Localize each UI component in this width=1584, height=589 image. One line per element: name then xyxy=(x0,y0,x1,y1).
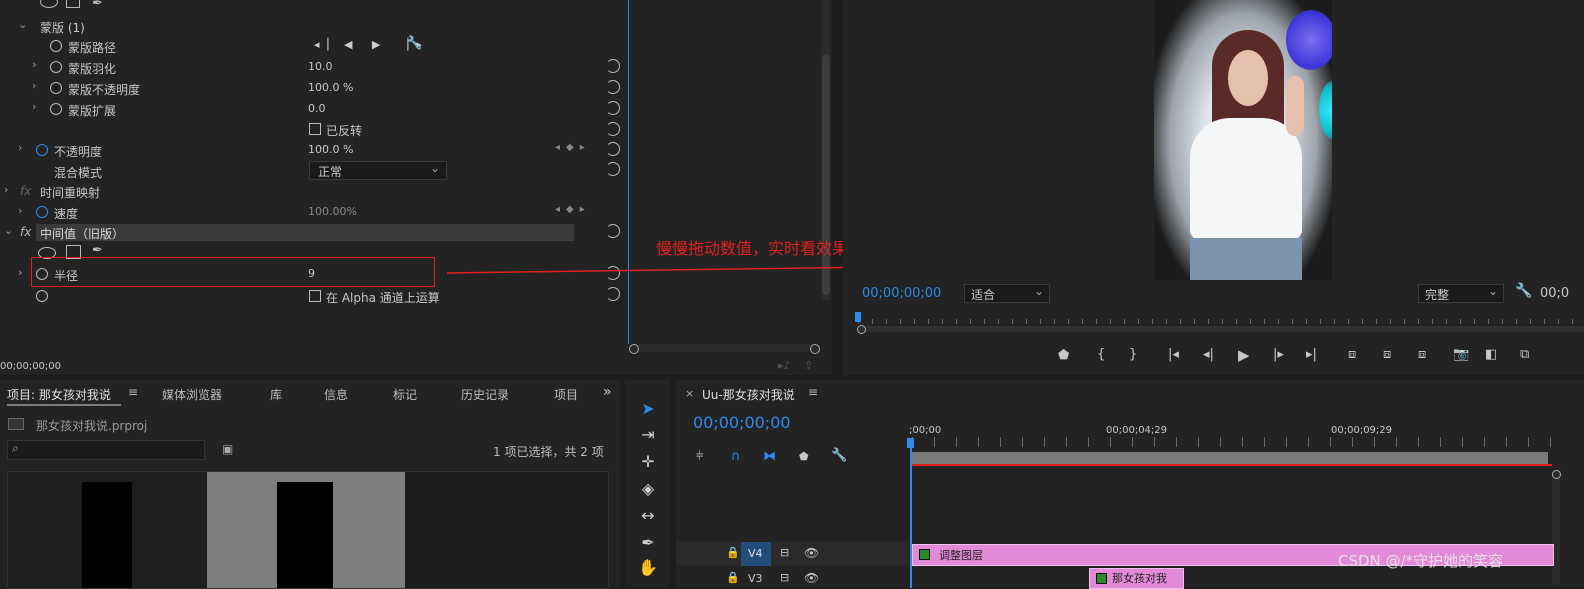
tools-panel: ➤ ⇥ ✛ ◈ ↔ ✒ ✋ xyxy=(625,380,670,587)
person-face xyxy=(1228,50,1268,106)
track-label-v3: V3 xyxy=(748,572,763,585)
playhead-icon[interactable] xyxy=(855,312,861,322)
clip-video[interactable]: 那女孩对我 xyxy=(1089,568,1184,589)
thumbnail-bar xyxy=(277,482,333,588)
camera-icon[interactable]: 📷 xyxy=(1453,347,1469,362)
timeline-timecode[interactable]: 00;00;00;00 xyxy=(693,413,791,432)
fx-badge-icon xyxy=(1096,573,1107,584)
chevron-down-icon: ⌄ xyxy=(1033,284,1044,298)
tab-info[interactable]: 信息 xyxy=(324,386,348,403)
project-file-icon xyxy=(8,418,24,430)
add-marker-icon[interactable]: ⬟ xyxy=(799,450,809,463)
project-file-name: 那女孩对我说.prproj xyxy=(36,419,148,433)
clip-name: 调整图层 xyxy=(939,549,983,562)
tab-library[interactable]: 库 xyxy=(270,386,282,403)
tab-project-2[interactable]: 项目 xyxy=(554,386,578,403)
tab-markers[interactable]: 标记 xyxy=(393,386,417,403)
mark-out-icon[interactable]: } xyxy=(1129,347,1137,362)
thumbnail-video[interactable] xyxy=(207,472,405,588)
tab-history[interactable]: 历史记录 xyxy=(461,386,509,403)
thumbnail-adjustment[interactable] xyxy=(8,472,206,588)
linked-selection-icon[interactable]: ⧓ xyxy=(763,449,776,464)
project-panel: 项目: 那女孩对我说 ≡ 媒体浏览器 库 信息 标记 历史记录 项目 » 那女孩… xyxy=(0,380,620,589)
timeline-vscrollbar[interactable] xyxy=(1552,470,1560,585)
person-shirt xyxy=(1190,118,1302,240)
track-select-tool-icon[interactable]: ⇥ xyxy=(637,424,659,446)
watermark: CSDN @/*守护她的笑容 xyxy=(1338,552,1504,570)
scroll-handle-icon[interactable] xyxy=(857,325,866,334)
search-icon: ⌕ xyxy=(12,441,19,455)
scroll-handle-icon[interactable] xyxy=(1552,470,1561,479)
program-timecode[interactable]: 00;00;00;00 xyxy=(862,286,941,301)
slip-tool-icon[interactable]: ↔ xyxy=(637,505,659,527)
work-area-bar[interactable] xyxy=(912,452,1548,464)
step-back-icon[interactable]: ◂| xyxy=(1203,347,1214,362)
eye-icon[interactable]: 👁 xyxy=(804,571,819,585)
lock-icon[interactable]: 🔒 xyxy=(726,546,740,559)
overflow-icon[interactable]: » xyxy=(603,384,612,400)
ruler-label: ;00;00 xyxy=(909,425,942,436)
go-to-out-icon[interactable]: ▸| xyxy=(1306,347,1317,362)
tab-project[interactable]: 项目: 那女孩对我说 xyxy=(7,386,111,403)
wrench-icon[interactable]: 🔧 xyxy=(831,448,847,463)
chevron-down-icon: ⌄ xyxy=(1487,284,1498,298)
fx-badge-icon xyxy=(919,549,930,560)
menu-icon[interactable]: ≡ xyxy=(808,385,818,399)
track-label-v4: V4 xyxy=(748,547,763,560)
light-orb xyxy=(1319,80,1332,140)
wrench-icon[interactable]: 🔧 xyxy=(1515,283,1532,299)
program-scrollbar[interactable] xyxy=(858,326,1584,332)
program-ruler[interactable] xyxy=(858,312,1584,324)
clip-name: 那女孩对我 xyxy=(1112,572,1167,585)
extract-icon[interactable]: ⧈ xyxy=(1383,347,1391,362)
ripple-edit-tool-icon[interactable]: ✛ xyxy=(637,451,659,473)
new-bin-icon[interactable]: ▣ xyxy=(222,442,233,456)
snap-icon[interactable]: ∩ xyxy=(731,449,741,464)
mark-in-icon[interactable]: { xyxy=(1097,347,1105,362)
marker-icon[interactable]: ⬟ xyxy=(1058,348,1069,363)
eye-icon[interactable]: 👁 xyxy=(804,546,819,560)
selection-tool-icon[interactable]: ➤ xyxy=(637,398,659,420)
light-orb xyxy=(1286,10,1332,70)
play-icon[interactable]: ▶ xyxy=(1238,346,1250,364)
person-arm xyxy=(1286,76,1304,136)
tab-media-browser[interactable]: 媒体浏览器 xyxy=(162,386,222,403)
lock-icon[interactable]: 🔒 xyxy=(726,571,740,584)
nest-icon[interactable]: ⫩ xyxy=(696,449,703,464)
go-to-in-icon[interactable]: |◂ xyxy=(1168,347,1179,362)
vr-icon[interactable]: ⧉ xyxy=(1520,347,1529,362)
video-frame xyxy=(1154,0,1332,280)
menu-icon[interactable]: ≡ xyxy=(128,385,138,399)
step-forward-icon[interactable]: |▸ xyxy=(1273,347,1284,362)
thumbnail-bar xyxy=(82,482,132,588)
sync-lock-icon[interactable]: ⊟ xyxy=(780,546,789,559)
razor-tool-icon[interactable]: ◈ xyxy=(637,478,659,500)
sync-lock-icon[interactable]: ⊟ xyxy=(780,571,789,584)
compare-icon[interactable]: ◧ xyxy=(1485,347,1497,362)
zoom-select[interactable]: 适合 ⌄ xyxy=(964,284,1050,303)
selection-info: 1 项已选择，共 2 项 xyxy=(493,445,604,459)
quality-select[interactable]: 完整 ⌄ xyxy=(1418,284,1504,303)
hand-tool-icon[interactable]: ✋ xyxy=(637,557,659,579)
quality-value: 完整 xyxy=(1425,288,1450,302)
lift-icon[interactable]: ⧈ xyxy=(1348,347,1356,362)
track-header-v4 xyxy=(676,542,908,566)
ruler-label: 00;00;04;29 xyxy=(1106,425,1168,436)
pen-tool-icon[interactable]: ✒ xyxy=(637,532,659,554)
ruler-label: 00;00;09;29 xyxy=(1331,425,1393,436)
close-icon[interactable]: × xyxy=(685,387,694,400)
time-ruler[interactable] xyxy=(912,437,1552,447)
render-bar xyxy=(912,464,1552,466)
playhead-icon[interactable] xyxy=(907,438,914,448)
thumbnail-grid xyxy=(7,471,609,589)
program-monitor: 00;00;00;00 适合 ⌄ 完整 ⌄ 🔧 00;0 ⬟ { } |◂ ◂|… xyxy=(843,0,1584,375)
person-jeans xyxy=(1190,238,1302,280)
program-timecode-right: 00;0 xyxy=(1540,286,1570,301)
overwrite-icon[interactable]: ⧈ xyxy=(1418,347,1426,362)
search-input[interactable]: ⌕ xyxy=(7,440,205,460)
zoom-value: 适合 xyxy=(971,288,996,302)
tab-underline xyxy=(7,404,121,406)
sequence-tab[interactable]: Uu-那女孩对我说 xyxy=(702,386,795,403)
